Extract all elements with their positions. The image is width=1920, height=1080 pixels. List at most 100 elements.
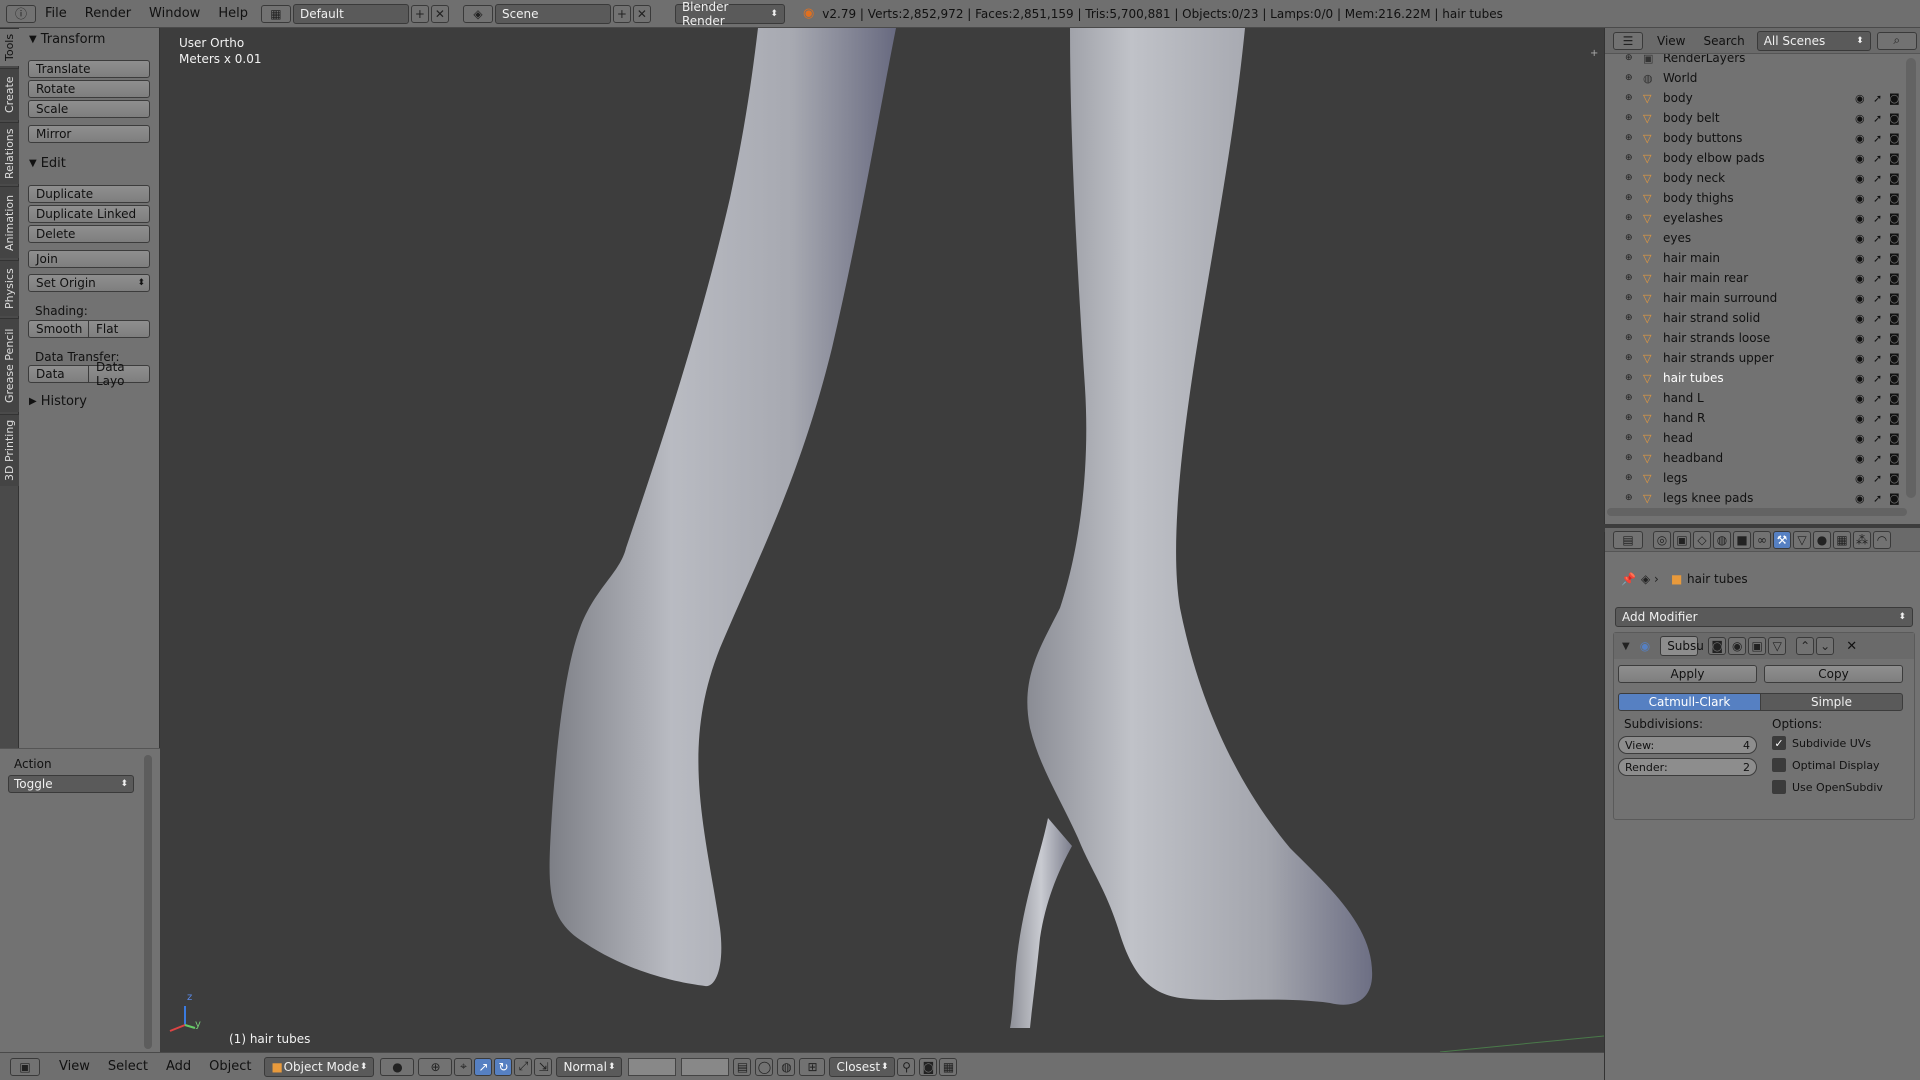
apply-button[interactable]: Apply [1618,665,1757,683]
renderability-camera-icon[interactable]: ◙ [1889,412,1900,425]
selectability-cursor-icon[interactable]: ➚ [1873,92,1882,105]
collapse-arrow-icon[interactable]: ▼ [1622,641,1630,652]
renderability-camera-icon[interactable]: ◙ [1889,172,1900,185]
visibility-eye-icon[interactable]: ◉ [1855,392,1865,405]
expand-toggle-icon[interactable]: ⊕ [1625,413,1639,423]
viewport-corner-widget-icon[interactable]: + [1590,48,1598,59]
visibility-eye-icon[interactable]: ◉ [1855,112,1865,125]
selectability-cursor-icon[interactable]: ➚ [1873,412,1882,425]
snap-target-selector[interactable]: Closest ⬍ [829,1056,896,1077]
view-levels-field[interactable]: View: 4 [1618,736,1757,754]
selectability-cursor-icon[interactable]: ➚ [1873,192,1882,205]
scene-tab-icon[interactable]: ◇ [1693,530,1711,549]
expand-toggle-icon[interactable]: ⊕ [1625,173,1639,183]
outliner-item[interactable]: ⊕ ▽ legs knee pads ◉ ➚ ◙ [1605,488,1905,508]
viewport-toggle-icon[interactable]: ◉ [1728,637,1747,655]
expand-toggle-icon[interactable]: ⊕ [1625,493,1639,503]
selectability-cursor-icon[interactable]: ➚ [1873,492,1882,505]
set-origin-dropdown[interactable]: Set Origin ⬍ [28,274,150,292]
renderability-camera-icon[interactable]: ◙ [1889,152,1900,165]
selectability-cursor-icon[interactable]: ➚ [1873,432,1882,445]
renderability-camera-icon[interactable]: ◙ [1889,352,1900,365]
selectability-cursor-icon[interactable]: ➚ [1873,392,1882,405]
selectability-cursor-icon[interactable]: ➚ [1873,352,1882,365]
expand-toggle-icon[interactable]: ⊕ [1625,233,1639,243]
modifier-name-field[interactable]: Subsu [1660,636,1704,656]
renderability-camera-icon[interactable]: ◙ [1889,212,1900,225]
outliner-item[interactable]: ⊕ ▽ body neck ◉ ➚ ◙ [1605,168,1905,188]
expand-toggle-icon[interactable]: ⊕ [1625,253,1639,263]
editor-type-info-icon[interactable]: ⓘ [6,4,36,23]
expand-toggle-icon[interactable]: ⊕ [1625,293,1639,303]
snap-element-icon[interactable]: ⊞ [799,1057,826,1076]
expand-toggle-icon[interactable]: ⊕ [1625,213,1639,223]
renderability-camera-icon[interactable]: ◙ [1889,492,1900,505]
tab-physics[interactable]: Physics [0,260,19,316]
renderability-camera-icon[interactable]: ◙ [1889,292,1900,305]
menu-help[interactable]: Help [209,6,257,21]
proportional-editing-icon[interactable]: ◯ [755,1057,774,1076]
viewport-shading-icon[interactable]: ● [380,1057,415,1076]
mode-selector[interactable]: ■ Object Mode ⬍ [264,1056,375,1077]
rotate-button[interactable]: Rotate [28,80,150,98]
outliner-item[interactable]: ⊕ ▽ body elbow pads ◉ ➚ ◙ [1605,148,1905,168]
tab-3d-printing[interactable]: 3D Printing [0,414,19,486]
selectability-cursor-icon[interactable]: ➚ [1873,272,1882,285]
translate-button[interactable]: Translate [28,60,150,78]
outliner-item[interactable]: ⊕ ▽ headband ◉ ➚ ◙ [1605,448,1905,468]
selectability-cursor-icon[interactable]: ➚ [1873,472,1882,485]
selectability-cursor-icon[interactable]: ➚ [1873,292,1882,305]
menu-window[interactable]: Window [140,6,209,21]
expand-toggle-icon[interactable]: ⊕ [1625,453,1639,463]
use-opensubdiv-checkbox[interactable] [1772,780,1786,794]
outliner-item[interactable]: ⊕ ▽ hair strands loose ◉ ➚ ◙ [1605,328,1905,348]
visibility-eye-icon[interactable]: ◉ [1855,132,1865,145]
outliner-item[interactable]: ⊕ ▽ body ◉ ➚ ◙ [1605,88,1905,108]
outliner-item[interactable]: ⊕ ▽ eyelashes ◉ ➚ ◙ [1605,208,1905,228]
render-layers-tab-icon[interactable]: ▣ [1673,530,1691,549]
outliner-view-menu[interactable]: View [1657,34,1685,48]
tab-create[interactable]: Create [0,68,19,120]
flat-button[interactable]: Flat [88,320,150,338]
visibility-eye-icon[interactable]: ◉ [1855,352,1865,365]
edit-panel-header[interactable]: ▼ Edit [29,156,66,171]
outliner-item[interactable]: ⊕ ▽ legs ◉ ➚ ◙ [1605,468,1905,488]
add-layout-icon[interactable]: + [410,4,429,23]
renderability-camera-icon[interactable]: ◙ [1889,332,1900,345]
physics-tab-icon[interactable]: ◠ [1873,530,1891,549]
world-tab-icon[interactable]: ◍ [1713,530,1731,549]
scale-manipulator-icon[interactable]: ⤢ [514,1057,533,1076]
outliner-item[interactable]: ⊕ ▽ hair main rear ◉ ➚ ◙ [1605,268,1905,288]
outliner-item[interactable]: ⊕ ▽ body thighs ◉ ➚ ◙ [1605,188,1905,208]
transform-orientation-selector[interactable]: Normal ⬍ [556,1056,623,1077]
outliner-item[interactable]: ⊕ ▽ eyes ◉ ➚ ◙ [1605,228,1905,248]
expand-toggle-icon[interactable]: ⊕ [1625,473,1639,483]
visibility-eye-icon[interactable]: ◉ [1855,412,1865,425]
renderability-camera-icon[interactable]: ◙ [1889,432,1900,445]
render-tab-icon[interactable]: ◎ [1653,530,1671,549]
visibility-eye-icon[interactable]: ◉ [1855,212,1865,225]
outliner-item[interactable]: ⊕ ▽ hair strand solid ◉ ➚ ◙ [1605,308,1905,328]
duplicate-button[interactable]: Duplicate [28,185,150,203]
visibility-eye-icon[interactable]: ◉ [1855,152,1865,165]
render-animation-icon[interactable]: ▦ [939,1057,958,1076]
simple-button[interactable]: Simple [1760,693,1903,711]
tab-animation[interactable]: Animation [0,186,19,258]
expand-toggle-icon[interactable]: ⊕ [1625,373,1639,383]
expand-toggle-icon[interactable]: ⊕ [1625,433,1639,443]
expand-toggle-icon[interactable]: ⊕ [1625,333,1639,343]
visibility-eye-icon[interactable]: ◉ [1855,332,1865,345]
outliner-scrollbar[interactable] [1906,58,1916,498]
selectability-cursor-icon[interactable]: ➚ [1873,372,1882,385]
outliner-item[interactable]: ⊕ ▽ head ◉ ➚ ◙ [1605,428,1905,448]
selectability-cursor-icon[interactable]: ➚ [1873,112,1882,125]
render-toggle-icon[interactable]: ◙ [1708,637,1727,655]
move-down-icon[interactable]: ⌄ [1816,637,1835,655]
optimal-display-option[interactable]: Optimal Display [1772,758,1880,772]
visibility-eye-icon[interactable]: ◉ [1855,292,1865,305]
layers-block-1[interactable] [628,1057,677,1076]
outliner-search-menu[interactable]: Search [1703,34,1744,48]
renderability-camera-icon[interactable]: ◙ [1889,92,1900,105]
renderability-camera-icon[interactable]: ◙ [1889,132,1900,145]
selectability-cursor-icon[interactable]: ➚ [1873,212,1882,225]
